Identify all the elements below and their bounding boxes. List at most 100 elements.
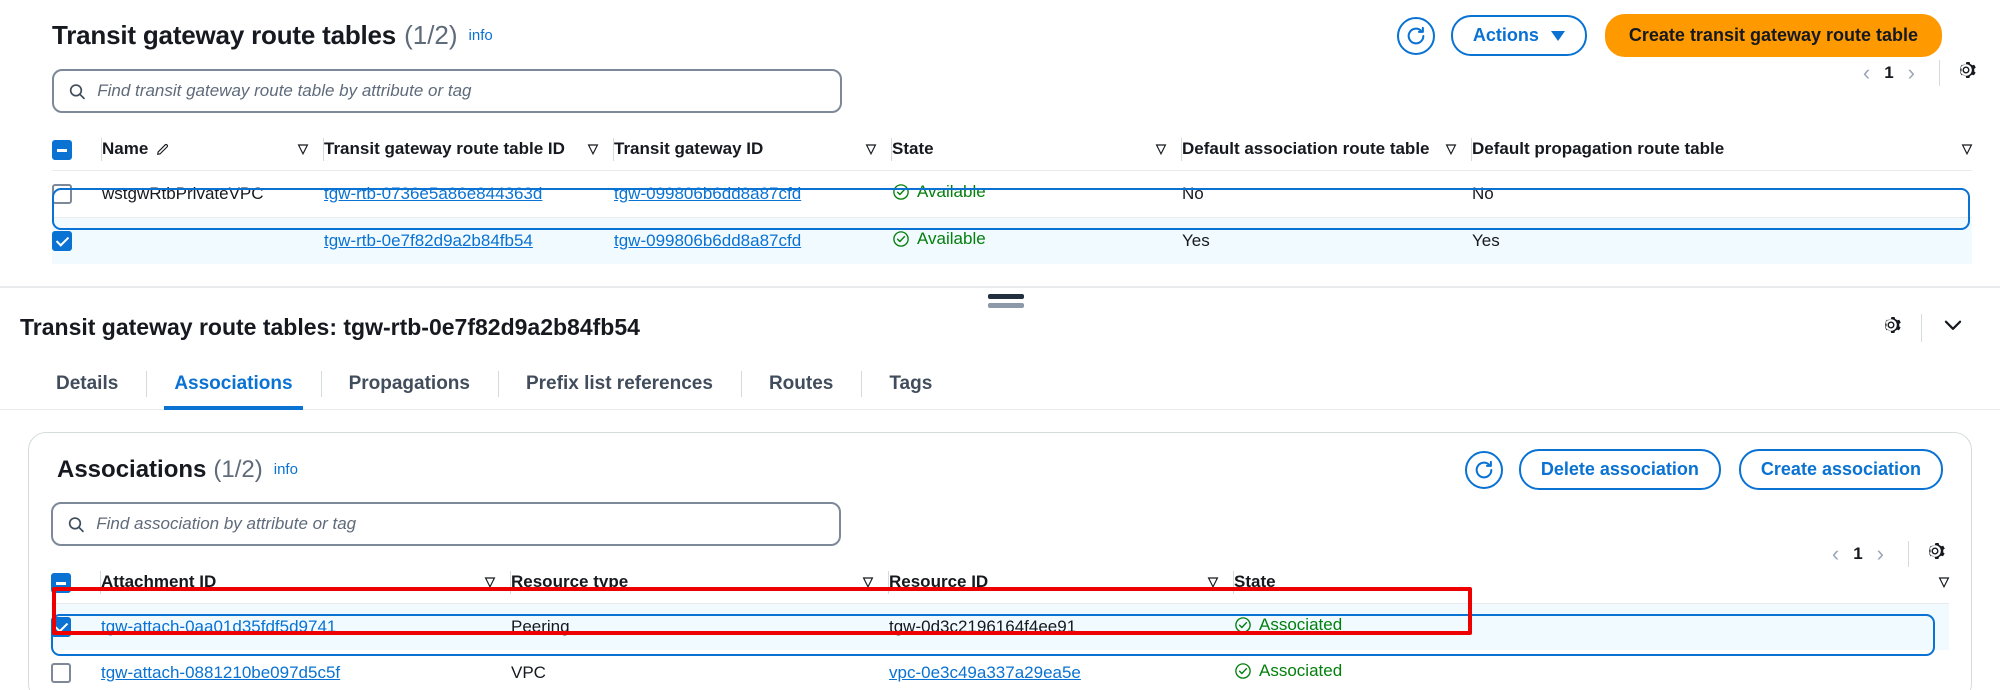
divider	[1939, 59, 1940, 86]
column-header-resource-id[interactable]: Resource ID ▽	[889, 562, 1234, 604]
cell-default-association: No	[1182, 170, 1472, 218]
sort-icon[interactable]: ▽	[1939, 574, 1949, 590]
cell-default-propagation: No	[1472, 170, 1972, 218]
column-header-resource-type[interactable]: Resource type ▽	[511, 562, 889, 604]
cell-resource-id: tgw-0d3c2196164f4ee91	[889, 616, 1077, 636]
sort-icon[interactable]: ▽	[1446, 141, 1456, 157]
column-header-attachment-id[interactable]: Attachment ID ▽	[101, 562, 511, 604]
cell-resource-type: VPC	[511, 649, 889, 690]
select-all-header	[52, 129, 102, 171]
refresh-icon	[1407, 26, 1425, 44]
associations-title: Associations	[57, 455, 207, 483]
gear-icon	[1929, 543, 1945, 559]
table-row[interactable]: tgw-rtb-0e7f82d9a2b84fb54 tgw-099806b6dd…	[52, 217, 1972, 264]
row-checkbox[interactable]	[52, 183, 72, 204]
transit-gateway-id-link[interactable]: tgw-099806b6dd8a87cfd	[614, 231, 801, 250]
column-label: Transit gateway ID	[614, 139, 764, 159]
row-checkbox[interactable]	[51, 662, 71, 683]
column-label: State	[892, 139, 934, 159]
column-header-transit-gateway-id[interactable]: Transit gateway ID ▽	[614, 129, 892, 171]
route-table-detail-panel: Transit gateway route tables: tgw-rtb-0e…	[0, 300, 2000, 690]
row-select-cell	[51, 603, 101, 650]
refresh-button[interactable]	[1396, 16, 1435, 55]
column-header-name[interactable]: Name ▽	[102, 129, 324, 171]
sort-icon[interactable]: ▽	[1208, 574, 1218, 590]
attachment-id-link[interactable]: tgw-attach-0aa01d35fdf5d9741	[101, 617, 336, 636]
table-row[interactable]: tgw-attach-0881210be097d5c5f VPC vpc-0e3…	[51, 649, 1949, 690]
attachment-id-link[interactable]: tgw-attach-0881210be097d5c5f	[101, 663, 340, 682]
gear-icon	[1960, 62, 1976, 78]
associations-refresh-button[interactable]	[1464, 450, 1503, 489]
associations-table-wrap: Attachment ID ▽ Resource type ▽ Resource…	[29, 562, 1971, 690]
state-text: Associated	[1259, 660, 1343, 680]
associations-search-input[interactable]	[96, 514, 825, 534]
detail-preferences-button[interactable]	[1879, 313, 1903, 342]
cell-resource-id: vpc-0e3c49a337a29ea5e	[889, 649, 1234, 690]
sort-icon[interactable]: ▽	[485, 574, 495, 590]
top-panel-header: Transit gateway route tables (1/2) info …	[0, 0, 2000, 57]
cell-name: wstgwRtbPrivateVPC	[102, 170, 324, 218]
route-table-id-link[interactable]: tgw-rtb-0e7f82d9a2b84fb54	[324, 231, 533, 250]
search-input[interactable]	[97, 81, 826, 101]
table-preferences-button[interactable]	[1954, 58, 1978, 87]
associations-search-box[interactable]	[51, 502, 841, 546]
sort-icon[interactable]: ▽	[1156, 141, 1166, 157]
tab-tags[interactable]: Tags	[861, 365, 960, 409]
page-number[interactable]: 1	[1884, 63, 1893, 83]
detail-panel-title: Transit gateway route tables: tgw-rtb-0e…	[20, 314, 640, 340]
sort-icon[interactable]: ▽	[1962, 141, 1972, 157]
transit-gateway-id-link[interactable]: tgw-099806b6dd8a87cfd	[614, 184, 801, 203]
row-checkbox[interactable]	[52, 230, 72, 251]
column-header-association-state[interactable]: State ▽	[1234, 562, 1949, 604]
page-title-count: (1/2)	[404, 20, 458, 50]
chevron-down-icon	[1550, 30, 1565, 41]
column-label: Name	[102, 139, 149, 159]
sort-icon[interactable]: ▽	[866, 141, 876, 157]
column-header-default-association[interactable]: Default association route table ▽	[1182, 129, 1472, 171]
column-label: State	[1234, 572, 1276, 592]
search-box[interactable]	[52, 69, 842, 113]
tab-prefix-list-references[interactable]: Prefix list references	[497, 365, 741, 409]
sort-icon[interactable]: ▽	[863, 574, 873, 590]
tab-details[interactable]: Details	[28, 365, 146, 409]
refresh-icon	[1475, 460, 1493, 478]
row-select-cell	[51, 649, 101, 690]
row-checkbox[interactable]	[51, 616, 71, 637]
cell-default-propagation: Yes	[1472, 230, 1500, 250]
check-circle-icon	[893, 230, 909, 247]
top-search-wrap	[0, 57, 2000, 113]
next-page-button[interactable]: ›	[1898, 60, 1925, 86]
column-header-default-propagation[interactable]: Default propagation route table ▽	[1472, 129, 1972, 171]
create-transit-gateway-route-table-button[interactable]: Create transit gateway route table	[1604, 14, 1942, 57]
route-table-id-link[interactable]: tgw-rtb-0736e5a86e844363d	[324, 184, 542, 203]
tab-routes[interactable]: Routes	[740, 365, 861, 409]
tab-propagations[interactable]: Propagations	[320, 365, 498, 409]
create-association-button[interactable]: Create association	[1738, 449, 1943, 490]
column-header-route-table-id[interactable]: Transit gateway route table ID ▽	[324, 129, 614, 171]
search-icon	[68, 516, 84, 532]
sort-icon[interactable]: ▽	[588, 141, 598, 157]
column-header-state[interactable]: State ▽	[892, 129, 1182, 171]
select-all-checkbox[interactable]	[51, 572, 71, 593]
tab-associations[interactable]: Associations	[146, 365, 320, 410]
transit-gateway-route-tables-panel: Transit gateway route tables (1/2) info …	[0, 0, 2000, 285]
page-number[interactable]: 1	[1853, 544, 1862, 564]
select-all-checkbox[interactable]	[52, 139, 72, 160]
edit-pencil-icon[interactable]	[155, 141, 171, 157]
previous-page-button[interactable]: ‹	[1853, 60, 1880, 86]
sort-icon[interactable]: ▽	[298, 141, 308, 157]
associations-info-link[interactable]: info	[274, 461, 298, 478]
info-link[interactable]: info	[469, 27, 493, 44]
table-row[interactable]: tgw-attach-0aa01d35fdf5d9741 Peering tgw…	[51, 603, 1949, 650]
actions-button[interactable]: Actions	[1450, 15, 1587, 56]
table-row[interactable]: wstgwRtbPrivateVPC tgw-rtb-0736e5a86e844…	[52, 170, 1972, 218]
cell-state: Available	[892, 170, 1182, 218]
column-label: Resource ID	[889, 572, 989, 592]
resource-id-link[interactable]: vpc-0e3c49a337a29ea5e	[889, 663, 1081, 682]
gear-icon	[1885, 317, 1901, 333]
associations-search-wrap	[29, 490, 1971, 546]
delete-association-button[interactable]: Delete association	[1518, 449, 1721, 490]
column-label: Attachment ID	[101, 572, 217, 592]
associations-count: (1/2)	[213, 455, 263, 483]
collapse-panel-button[interactable]	[1940, 312, 1966, 343]
